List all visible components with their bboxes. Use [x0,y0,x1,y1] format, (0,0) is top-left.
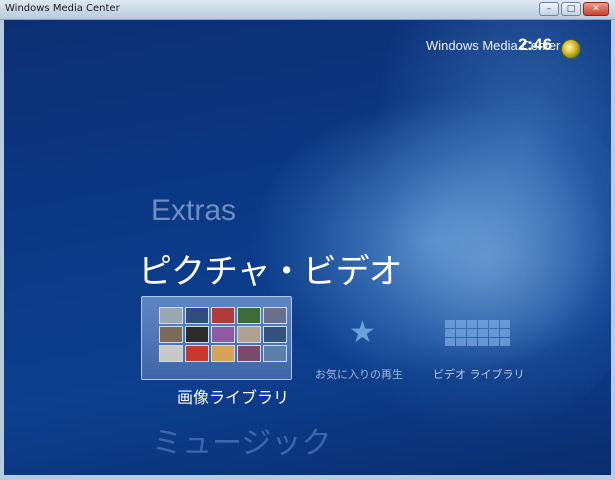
photo-thumbnail [159,307,183,324]
photo-thumbnail [159,345,183,362]
photo-thumbnail [211,307,235,324]
tile-label-favorites: お気に入りの再生 [315,368,403,381]
photo-thumbnail [263,326,287,343]
video-grid-cell [467,338,477,346]
video-grid-cell [500,329,510,337]
video-grid-cell [489,320,499,328]
tile-label-picture-library: 画像ライブラリ [177,388,290,407]
tile-picture-library[interactable] [141,296,292,380]
tile-label-video-library: ビデオ ライブラリ [433,368,525,381]
video-grid-cell [467,320,477,328]
menu-category-current[interactable]: ピクチャ・ビデオ [138,244,403,293]
menu-category-extras[interactable]: Extras [151,194,236,228]
tile-favorites-playback[interactable]: ★ お気に入りの再生 [311,318,421,384]
photo-thumbnail [237,326,261,343]
tile-video-library[interactable]: ビデオ ライブラリ [429,320,539,386]
video-grid-cell [445,329,455,337]
photo-thumbnail [237,307,261,324]
video-grid-cell [500,338,510,346]
photo-thumbnail [185,307,209,324]
video-grid-cell [500,320,510,328]
windows-logo-icon[interactable] [561,39,581,59]
video-grid-cell [478,338,488,346]
photo-thumbnail [237,345,261,362]
video-grid-cell [489,338,499,346]
photo-thumbnail [159,326,183,343]
photo-thumbnail [211,326,235,343]
photo-thumbnail [211,345,235,362]
photo-thumbnail [185,345,209,362]
photo-thumbnails-icon [159,307,287,362]
window-titlebar[interactable]: Windows Media Center – □ ✕ [0,0,615,20]
video-grid-cell [467,329,477,337]
star-icon: ★ [349,315,376,350]
video-grid-icon [445,320,510,346]
window-frame-bottom [0,475,615,480]
maximize-button[interactable]: □ [561,2,581,16]
video-grid-cell [456,338,466,346]
clock: 2:46 [518,35,553,54]
window-controls: – □ ✕ [539,2,609,16]
minimize-button[interactable]: – [539,2,559,16]
photo-thumbnail [185,326,209,343]
video-grid-cell [478,320,488,328]
close-button[interactable]: ✕ [583,2,609,16]
video-grid-cell [489,329,499,337]
window-frame-right [611,20,615,480]
video-grid-cell [445,338,455,346]
media-center-stage: Windows Media Center 2:46 Extras ピクチャ・ビデ… [4,20,611,475]
video-grid-cell [456,320,466,328]
window-title: Windows Media Center [5,3,120,14]
photo-thumbnail [263,307,287,324]
photo-thumbnail [263,345,287,362]
video-grid-cell [445,320,455,328]
menu-category-music[interactable]: ミュージック [152,418,331,462]
video-grid-cell [478,329,488,337]
video-grid-cell [456,329,466,337]
